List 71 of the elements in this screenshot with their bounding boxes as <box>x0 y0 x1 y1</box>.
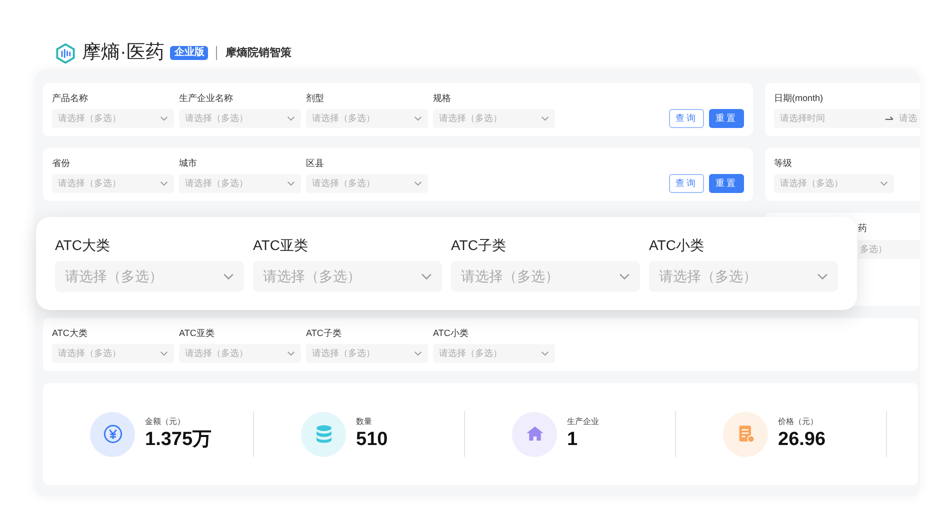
date-range-field[interactable]: 请选择时间 请选 <box>774 109 920 128</box>
chevron-down-icon <box>414 181 422 186</box>
field-label: 区县 <box>306 157 325 169</box>
select-field[interactable]: 请选择（多选） <box>433 344 555 363</box>
select-field[interactable]: 请选择（多选） <box>55 261 244 292</box>
field-label: ATC小类 <box>649 236 705 254</box>
stat-label: 数量 <box>356 416 373 428</box>
chevron-down-icon <box>880 181 888 186</box>
reset-button[interactable]: 重置 <box>709 174 744 193</box>
select-field[interactable]: 请选择（多选） <box>52 109 174 128</box>
chevron-down-icon <box>541 351 549 356</box>
field-label: 等级 <box>774 157 793 169</box>
select-field[interactable]: 请选择（多选） <box>179 344 301 363</box>
chevron-down-icon <box>619 273 630 280</box>
field-label: ATC大类 <box>55 236 111 254</box>
select-field[interactable]: 请选择（多选） <box>451 261 640 292</box>
field-label: ATC小类 <box>433 327 470 339</box>
reset-button[interactable]: 重置 <box>709 109 744 128</box>
stat-value: 510 <box>356 428 388 452</box>
query-button[interactable]: 查询 <box>669 109 704 128</box>
field-label: 省份 <box>52 157 71 169</box>
yen-icon <box>102 424 122 444</box>
select-field[interactable]: 请选择（多选） <box>306 174 428 193</box>
chevron-down-icon <box>223 273 234 280</box>
chevron-down-icon <box>287 181 295 186</box>
product-name: 摩熵院销智策 <box>225 46 292 61</box>
stat-label: 价格（元） <box>778 416 819 428</box>
field-label: 剂型 <box>306 92 325 104</box>
select-field[interactable]: 请选择（多选） <box>774 174 894 193</box>
stat-value: 1 <box>567 428 579 452</box>
chevron-down-icon <box>414 351 422 356</box>
select-field[interactable]: 请选择（多选） <box>433 109 555 128</box>
select-field[interactable]: 请选择（多选） <box>52 174 174 193</box>
database-icon <box>314 423 334 445</box>
stat-label: 金额（元） <box>145 416 186 428</box>
chevron-down-icon <box>287 116 295 121</box>
select-field[interactable]: 请选择（多选） <box>306 344 428 363</box>
chevron-down-icon <box>160 116 168 121</box>
field-label: ATC亚类 <box>253 236 309 254</box>
field-label: ATC子类 <box>306 327 342 339</box>
select-field[interactable]: 请选择（多选） <box>306 109 428 128</box>
select-field[interactable]: 多选） <box>858 240 920 259</box>
stat-value: 26.96 <box>778 428 826 452</box>
field-label: 生产企业名称 <box>179 92 234 104</box>
field-label: 日期(month) <box>774 92 824 104</box>
query-button[interactable]: 查询 <box>669 174 704 193</box>
brand-name: 摩熵·医药 <box>82 40 164 65</box>
chevron-down-icon <box>421 273 432 280</box>
field-label: 规格 <box>433 92 452 104</box>
select-field[interactable]: 请选择（多选） <box>649 261 838 292</box>
logo-icon <box>55 42 76 64</box>
chevron-down-icon <box>541 116 549 121</box>
stat-label: 生产企业 <box>567 416 599 428</box>
chevron-down-icon <box>160 351 168 356</box>
arrow-right-icon <box>885 116 894 121</box>
select-field[interactable]: 请选择（多选） <box>179 109 301 128</box>
field-label: 药 <box>858 222 868 234</box>
chevron-down-icon <box>414 116 422 121</box>
chevron-down-icon <box>160 181 168 186</box>
field-label: ATC亚类 <box>179 327 216 339</box>
select-field[interactable]: 请选择（多选） <box>253 261 442 292</box>
select-field[interactable]: 请选择（多选） <box>52 344 174 363</box>
field-label: ATC大类 <box>52 327 88 339</box>
chevron-down-icon <box>817 273 828 280</box>
field-label: ATC子类 <box>451 236 507 254</box>
select-field[interactable]: 请选择（多选） <box>179 174 301 193</box>
chevron-down-icon <box>287 351 295 356</box>
field-label: 城市 <box>179 157 198 169</box>
field-label: 产品名称 <box>52 92 89 104</box>
edition-badge: 企业版 <box>170 46 208 60</box>
stat-value: 1.375万 <box>145 428 212 452</box>
